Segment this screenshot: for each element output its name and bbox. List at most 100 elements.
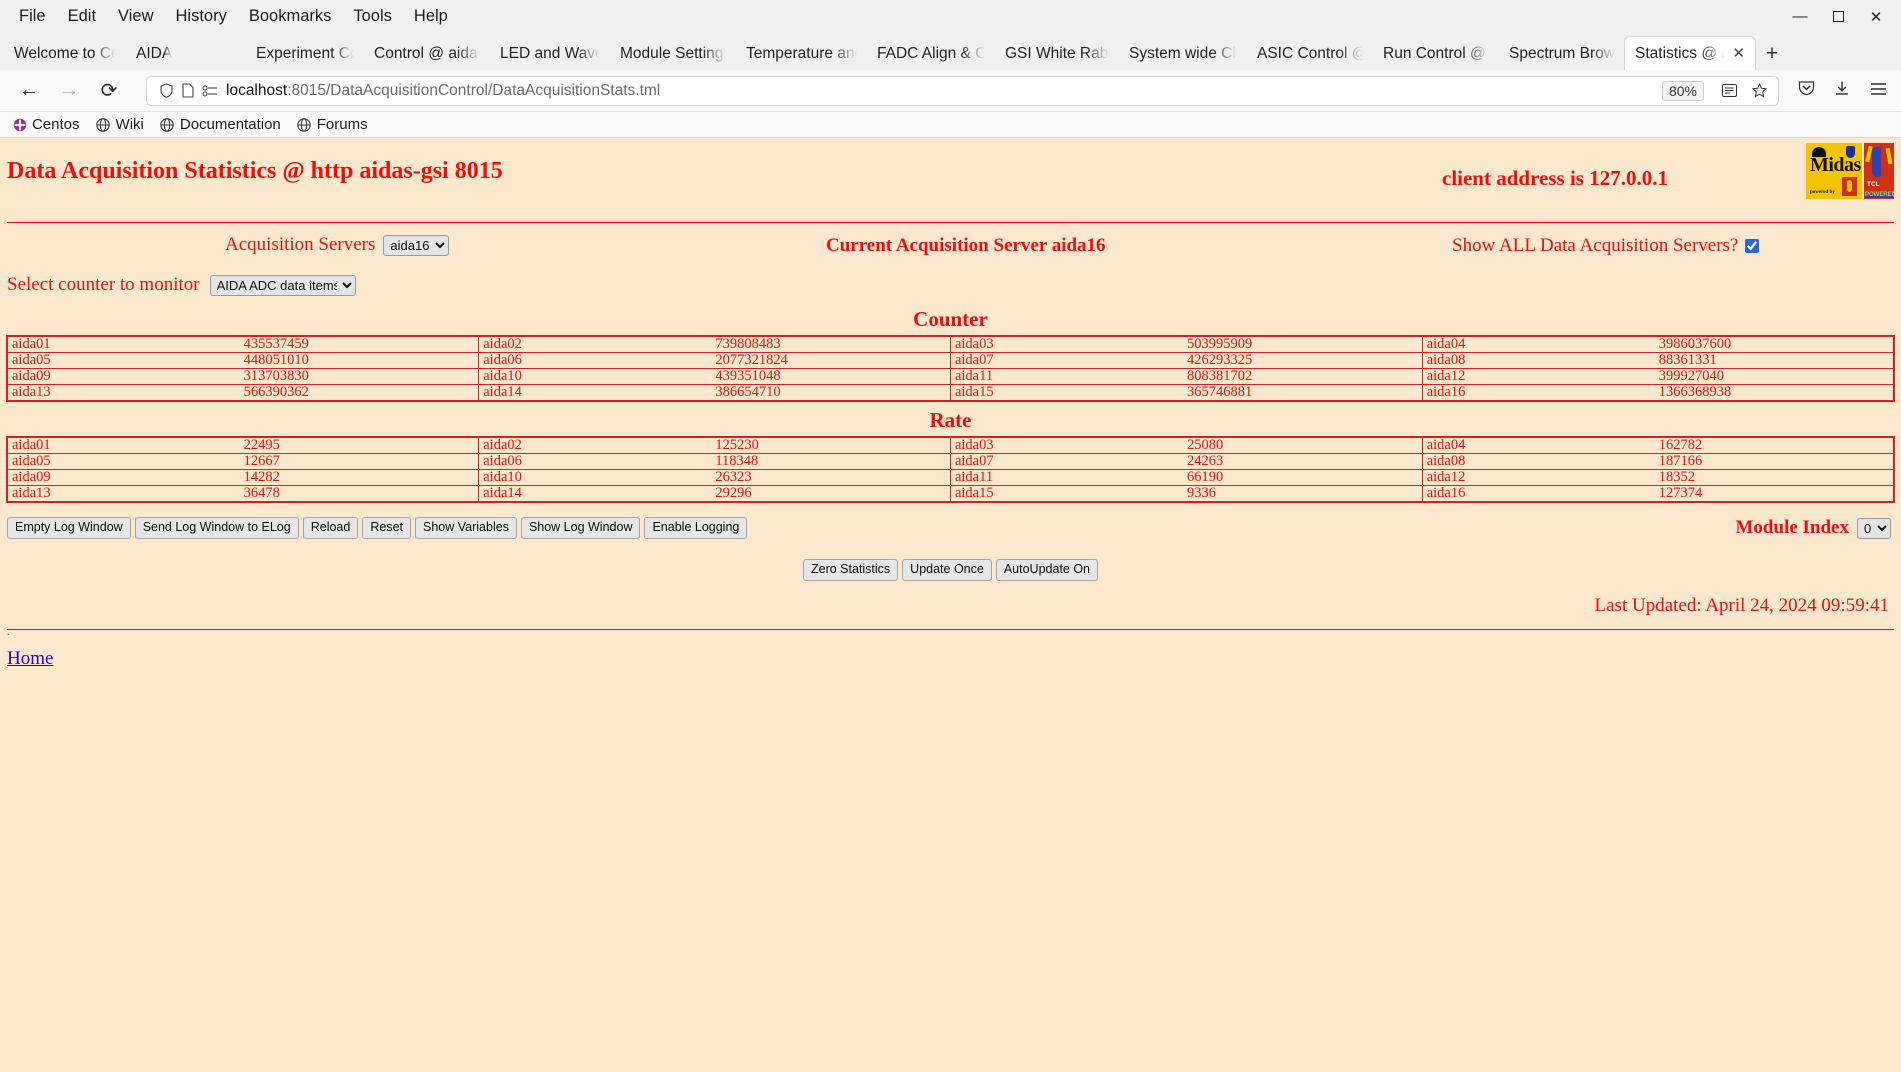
acquisition-servers-group: Acquisition Servers aida16 (225, 234, 450, 256)
close-icon[interactable]: ✕ (1857, 0, 1895, 33)
enable-logging-button[interactable]: Enable Logging (644, 517, 748, 539)
menu-item-help[interactable]: Help (403, 4, 459, 29)
tab-fadc-align-and-control[interactable]: FADC Align & Con (867, 37, 995, 70)
counter-value: 448051010 (197, 352, 480, 369)
bookmark-forums[interactable]: Forums (297, 116, 368, 133)
page-content: Data Acquisition Statistics @ http aidas… (0, 138, 1901, 1072)
url-host: localhost (226, 81, 288, 99)
url-bar[interactable]: localhost:8015/DataAcquisitionControl/Da… (146, 75, 1779, 106)
menu-item-history[interactable]: History (165, 4, 238, 29)
url-path: :8015/DataAcquisitionControl/DataAcquisi… (287, 81, 661, 99)
downloads-icon[interactable] (1831, 80, 1853, 101)
reload-button[interactable]: Reload (302, 517, 359, 539)
acquisition-server-select[interactable]: aida16 (383, 234, 450, 256)
centos-icon (12, 117, 27, 132)
counter-value: 2077321824 (669, 352, 951, 369)
counter-value: 739808483 (669, 335, 951, 353)
globe-icon (96, 117, 111, 132)
tab-run-control[interactable]: Run Control @ aida (1373, 37, 1499, 70)
show-log-window-button[interactable]: Show Log Window (520, 517, 641, 539)
permissions-icon[interactable] (199, 84, 221, 97)
tab-temperature-and-voltage[interactable]: Temperature and Vo (736, 37, 867, 70)
footer-dot: . (7, 626, 10, 638)
reload-icon[interactable]: ⟳ (92, 74, 126, 108)
bookmark-label: Centos (32, 116, 80, 133)
rate-name: aida14 (478, 485, 670, 503)
bookmark-centos[interactable]: Centos (12, 116, 80, 133)
rate-name: aida07 (949, 453, 1142, 470)
url-text[interactable]: localhost:8015/DataAcquisitionControl/Da… (221, 82, 1662, 100)
tab-spectrum-browser[interactable]: Spectrum Browser (1499, 37, 1625, 70)
rate-value: 127374 (1612, 485, 1895, 503)
tab-module-settings[interactable]: Module Settings St (610, 37, 736, 70)
minimize-icon[interactable]: — (1781, 0, 1819, 33)
rate-value: 18352 (1612, 469, 1895, 486)
tab-led-and-waveform[interactable]: LED and Waveform (490, 37, 610, 70)
tab-control-aidas-gsi[interactable]: Control @ aidas-gsi (364, 37, 490, 70)
menu-item-edit[interactable]: Edit (57, 4, 107, 29)
counter-section-title: Counter (913, 307, 988, 331)
bookmark-star-icon[interactable] (1748, 83, 1770, 98)
bookmark-documentation[interactable]: Documentation (160, 116, 281, 133)
rate-name: aida04 (1421, 436, 1613, 454)
rate-value: 9336 (1141, 485, 1423, 503)
tab-gsi-white-rabbit[interactable]: GSI White Rabbit (995, 37, 1119, 70)
counter-name: aida11 (949, 368, 1142, 385)
server-selection-row: Acquisition Servers aida16 Current Acqui… (0, 223, 1901, 267)
show-all-servers-checkbox[interactable] (1745, 239, 1760, 253)
table-row: aida09 14282 aida10 26323 aida11 66190 a… (6, 469, 1895, 486)
midas-logo-subtext: powered by (1810, 190, 1835, 195)
counter-name: aida02 (478, 335, 670, 353)
tab-system-wide-check[interactable]: System wide Check (1119, 37, 1247, 70)
rate-value: 29296 (669, 485, 951, 503)
hamburger-menu-icon[interactable] (1867, 81, 1889, 101)
send-log-window-to-elog-button[interactable]: Send Log Window to ELog (134, 517, 299, 539)
bookmark-wiki[interactable]: Wiki (96, 116, 144, 133)
module-index-select[interactable]: 0 (1857, 517, 1891, 539)
tab-experiment-control[interactable]: Experiment Control (246, 37, 364, 70)
reader-view-icon[interactable] (1718, 84, 1740, 97)
empty-log-window-button[interactable]: Empty Log Window (7, 517, 131, 539)
tab-welcome-to-centos[interactable]: Welcome to CentOS (4, 37, 126, 70)
close-tab-icon[interactable]: ✕ (1732, 46, 1745, 61)
menu-item-file[interactable]: File (8, 4, 57, 29)
show-variables-button[interactable]: Show Variables (415, 517, 517, 539)
midas-logo-text: Midas (1810, 154, 1861, 176)
counter-name: aida15 (949, 384, 1142, 402)
rate-value: 66190 (1141, 469, 1423, 486)
home-link[interactable]: Home (0, 636, 53, 670)
autoupdate-on-button[interactable]: AutoUpdate On (995, 559, 1099, 581)
zero-statistics-button[interactable]: Zero Statistics (802, 559, 899, 581)
browser-window: File Edit View History Bookmarks Tools H… (0, 0, 1901, 1072)
rate-name: aida09 (6, 469, 198, 486)
rate-name: aida05 (6, 453, 198, 470)
counter-name: aida05 (6, 352, 198, 369)
tcl-logo-text: TCL (1867, 181, 1880, 188)
back-icon[interactable]: ← (12, 74, 46, 108)
menu-item-tools[interactable]: Tools (342, 4, 403, 29)
page-icon[interactable] (177, 83, 199, 98)
forward-icon[interactable]: → (52, 74, 86, 108)
rate-value: 12667 (197, 453, 480, 470)
rate-name: aida03 (949, 436, 1142, 454)
counter-select[interactable]: AIDA ADC data items (209, 274, 356, 296)
tab-statistics[interactable]: Statistics @ aidas ✕ (1625, 37, 1755, 70)
current-server-label: Current Acquisition Server aida16 (826, 235, 1106, 256)
new-tab-button[interactable]: + (1755, 37, 1789, 70)
last-updated-text: Last Updated: April 24, 2024 09:59:41 (1594, 594, 1889, 616)
tab-aida[interactable]: AIDA (126, 37, 246, 70)
tab-asic-control[interactable]: ASIC Control @ aid (1247, 37, 1373, 70)
rate-value: 14282 (197, 469, 480, 486)
tab-strip: Welcome to CentOS AIDA Experiment Contro… (0, 33, 1901, 70)
log-toolbar-row: Empty Log Window Send Log Window to ELog… (0, 517, 1901, 543)
counter-value: 386654710 (669, 384, 951, 402)
pocket-icon[interactable] (1795, 80, 1817, 101)
zoom-level-badge[interactable]: 80% (1661, 80, 1704, 101)
menu-item-view[interactable]: View (107, 4, 164, 29)
update-once-button[interactable]: Update Once (902, 559, 992, 581)
table-row: aida01 435537459 aida02 739808483 aida03… (6, 335, 1895, 353)
menu-item-bookmarks[interactable]: Bookmarks (238, 4, 343, 29)
maximize-icon[interactable] (1819, 0, 1857, 33)
shield-icon[interactable] (155, 83, 177, 98)
reset-button[interactable]: Reset (362, 517, 411, 539)
